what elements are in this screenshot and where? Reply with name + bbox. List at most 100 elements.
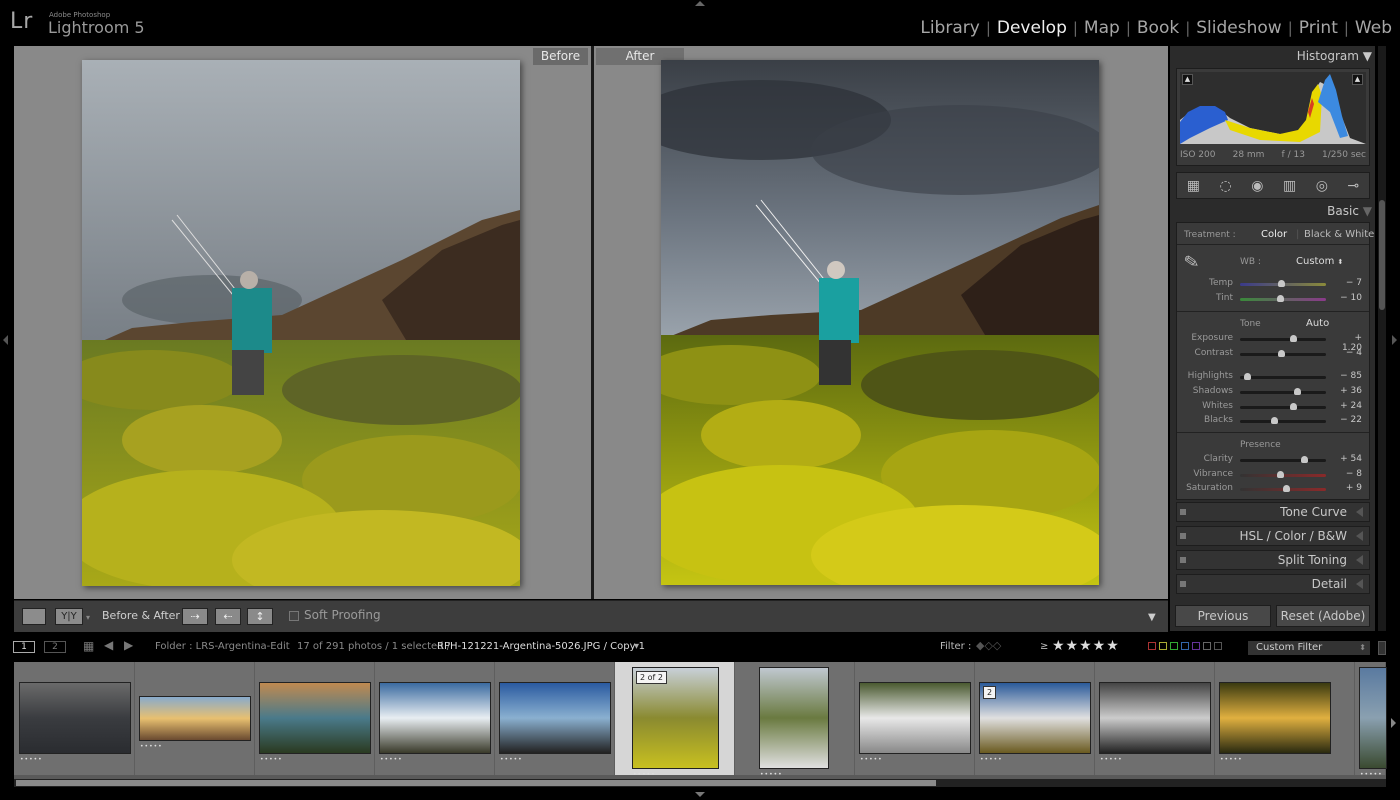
module-web[interactable]: Web: [1349, 18, 1398, 38]
folder-source[interactable]: Folder : LRS-Argentina-Edit: [155, 641, 290, 652]
stack-badge[interactable]: 2 of 2: [636, 671, 667, 684]
crop-overlay-icon[interactable]: ▦: [1187, 178, 1200, 194]
star-rating-filter[interactable]: ★★★★★: [1052, 638, 1120, 654]
slider-value-clarity[interactable]: + 54: [1332, 454, 1362, 464]
slider-value-saturation[interactable]: + 9: [1332, 483, 1362, 493]
thumbnail-rating[interactable]: •••••: [20, 756, 43, 763]
module-slideshow[interactable]: Slideshow: [1190, 18, 1287, 38]
selected-filename[interactable]: RPH-121221-Argentina-5026.JPG / Copy 1: [437, 641, 645, 652]
color-label-filter[interactable]: [1148, 642, 1222, 650]
tone-curve-panel[interactable]: Tone Curve: [1176, 502, 1370, 522]
thumbnail-rating[interactable]: •••••: [140, 743, 163, 750]
split-toning-panel[interactable]: Split Toning: [1176, 550, 1370, 570]
spot-removal-icon[interactable]: ◌: [1220, 178, 1232, 194]
swap-before-after-button[interactable]: ↕: [247, 608, 273, 625]
slider-knob-tint[interactable]: [1276, 295, 1284, 302]
slider-track-highlights[interactable]: [1240, 376, 1326, 379]
window-1-button[interactable]: 1: [13, 641, 35, 653]
slider-value-contrast[interactable]: − 4: [1332, 348, 1362, 358]
module-map[interactable]: Map: [1078, 18, 1126, 38]
auto-tone-button[interactable]: Auto: [1306, 318, 1329, 329]
soft-proofing-checkbox[interactable]: [289, 611, 299, 621]
module-library[interactable]: Library: [914, 18, 985, 38]
slider-track-shadows[interactable]: [1240, 391, 1326, 394]
thumbnail-rating[interactable]: •••••: [500, 756, 523, 763]
slider-knob-whites[interactable]: [1290, 403, 1298, 410]
toolbar-menu-icon[interactable]: ▼: [1148, 612, 1156, 623]
slider-knob-saturation[interactable]: [1282, 485, 1290, 492]
window-2-button[interactable]: 2: [44, 641, 66, 653]
top-panel-toggle-icon[interactable]: [695, 1, 705, 6]
soft-proofing-label[interactable]: Soft Proofing: [304, 608, 381, 622]
copy-before-to-after-button[interactable]: ⇢: [182, 608, 208, 625]
thumbnail-sunset-canyon[interactable]: [140, 697, 250, 740]
right-panel-scroll-thumb[interactable]: [1379, 200, 1385, 310]
panel-toggle-switch[interactable]: [1180, 509, 1186, 515]
thumbnail-rating[interactable]: •••••: [380, 756, 403, 763]
thumbnail-rating[interactable]: •••••: [260, 756, 283, 763]
slider-knob-clarity[interactable]: [1300, 456, 1308, 463]
module-develop[interactable]: Develop: [991, 18, 1073, 38]
thumbnail-sky-fisheye[interactable]: [980, 683, 1090, 753]
histogram-header[interactable]: Histogram ▼: [1176, 49, 1372, 63]
slider-track-clarity[interactable]: [1240, 459, 1326, 462]
highlight-clipping-toggle[interactable]: ▲: [1352, 74, 1363, 85]
slider-track-exposure[interactable]: [1240, 338, 1326, 341]
thumbnail-rainbow-road[interactable]: [500, 683, 610, 753]
basic-header[interactable]: Basic ▼: [1176, 204, 1372, 218]
module-print[interactable]: Print: [1293, 18, 1344, 38]
red-eye-icon[interactable]: ◉: [1251, 178, 1263, 194]
forward-arrow-icon[interactable]: ▶: [124, 638, 133, 652]
thumbnail-rating[interactable]: •••••: [760, 771, 783, 778]
thumbnail-rating[interactable]: •••••: [633, 771, 656, 778]
thumbnail-rating[interactable]: •••••: [1220, 756, 1243, 763]
slider-knob-highlights[interactable]: [1243, 373, 1251, 380]
right-panel-scrollbar[interactable]: [1378, 46, 1386, 631]
slider-value-blacks[interactable]: − 22: [1332, 415, 1362, 425]
thumbnail-rating[interactable]: •••••: [980, 756, 1003, 763]
panel-toggle-switch[interactable]: [1180, 533, 1186, 539]
loupe-view-button[interactable]: [22, 608, 46, 625]
graduated-filter-icon[interactable]: ▥: [1283, 178, 1296, 194]
slider-knob-blacks[interactable]: [1271, 417, 1279, 424]
thumbnail-storm-clouds[interactable]: [20, 683, 130, 753]
panel-toggle-switch[interactable]: [1180, 581, 1186, 587]
module-book[interactable]: Book: [1131, 18, 1185, 38]
wb-dropdown[interactable]: Custom ⬍: [1296, 256, 1343, 267]
treatment-bw[interactable]: Black & White: [1304, 229, 1374, 240]
back-arrow-icon[interactable]: ◀: [104, 638, 113, 652]
filename-dropdown-icon[interactable]: ▾: [634, 641, 639, 652]
thumbnail-sky-fisheye-bw[interactable]: [1100, 683, 1210, 753]
thumbnail-river-partial[interactable]: [1360, 668, 1386, 768]
bottom-panel-toggle-icon[interactable]: [695, 792, 705, 797]
filmstrip-scroll-thumb[interactable]: [16, 780, 936, 786]
panel-toggle-switch[interactable]: [1180, 557, 1186, 563]
before-after-view-button[interactable]: Y|Y: [55, 608, 83, 625]
shadow-clipping-toggle[interactable]: ▲: [1182, 74, 1193, 85]
view-mode-dropdown-icon[interactable]: ▾: [86, 613, 90, 622]
slider-value-temp[interactable]: − 7: [1332, 278, 1362, 288]
slider-knob-temp[interactable]: [1278, 280, 1286, 287]
thumbnail-rating[interactable]: •••••: [1100, 756, 1123, 763]
flag-filter-icons[interactable]: ◆◇◇: [976, 639, 1001, 652]
detail-panel[interactable]: Detail: [1176, 574, 1370, 594]
filmstrip-scroll-right-icon[interactable]: [1391, 718, 1396, 728]
slider-track-blacks[interactable]: [1240, 420, 1326, 423]
custom-filter-dropdown[interactable]: Custom Filter ⬍: [1248, 641, 1370, 655]
slider-knob-vibrance[interactable]: [1276, 471, 1284, 478]
slider-value-shadows[interactable]: + 36: [1332, 386, 1362, 396]
before-photo[interactable]: [82, 60, 520, 586]
left-panel-toggle-icon[interactable]: [3, 335, 8, 345]
filter-lock-icon[interactable]: [1378, 641, 1386, 655]
thumbnail-snowy-volcano[interactable]: [380, 683, 490, 753]
thumbnail-forest-sun[interactable]: [1220, 683, 1330, 753]
copy-after-to-before-button[interactable]: ⇠: [215, 608, 241, 625]
rating-operator[interactable]: ≥: [1040, 641, 1048, 652]
slider-knob-shadows[interactable]: [1293, 388, 1301, 395]
grid-view-icon[interactable]: ▦: [83, 639, 94, 653]
thumbnail-river-fisher[interactable]: [760, 668, 828, 768]
previous-button[interactable]: Previous: [1175, 605, 1271, 627]
thumbnail-rating[interactable]: •••••: [860, 756, 883, 763]
thumbnail-cloudy-valley[interactable]: [260, 683, 370, 753]
after-photo[interactable]: [661, 60, 1099, 585]
